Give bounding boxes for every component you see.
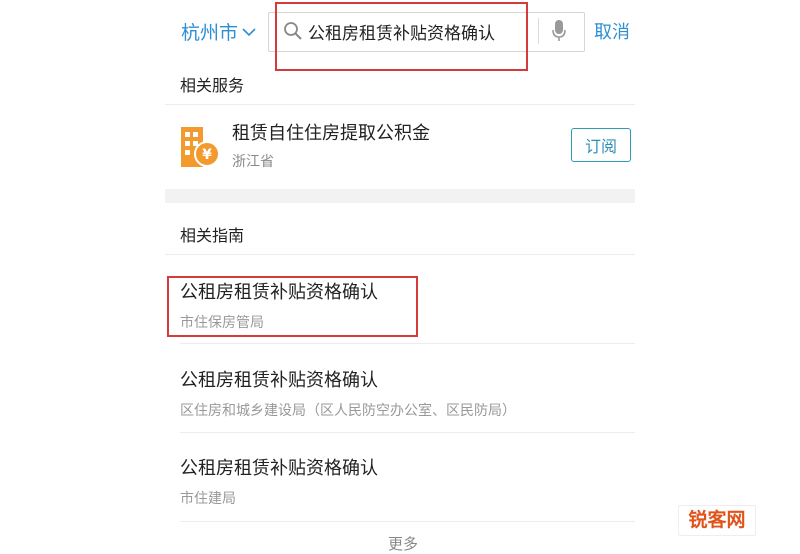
service-title: 租赁自住住房提取公积金 [232,123,430,144]
guide-item[interactable]: 公租房租赁补贴资格确认 市住建局 [165,434,635,520]
search-divider [538,18,539,44]
divider [165,104,635,105]
guide-item[interactable]: 公租房租赁补贴资格确认 区住房和城乡建设局（区人民防空办公室、区民防局） [165,345,635,431]
divider [165,254,635,255]
city-selector[interactable]: 杭州市 [181,17,256,45]
subscribe-button[interactable]: 订阅 [571,128,631,162]
city-label: 杭州市 [181,21,239,44]
divider [180,521,635,522]
microphone-icon[interactable] [551,19,567,47]
chevron-down-icon [242,27,256,37]
guide-department: 市住建局 [180,491,236,507]
divider [180,343,635,344]
divider [180,432,635,433]
svg-text:¥: ¥ [202,147,212,163]
service-region: 浙江省 [232,154,274,170]
watermark-logo: 锐客网 [678,505,756,536]
guide-highlight-box [167,276,418,337]
guide-title: 公租房租赁补贴资格确认 [180,458,378,479]
building-yuan-icon: ¥ [179,125,221,173]
related-services-title: 相关服务 [180,76,245,95]
more-link[interactable]: 更多 [388,533,418,554]
section-separator [165,189,635,203]
guide-title: 公租房租赁补贴资格确认 [180,370,378,391]
related-guides-title: 相关指南 [180,226,245,245]
cancel-button[interactable]: 取消 [594,17,630,45]
search-highlight-box [275,2,528,71]
guide-department: 区住房和城乡建设局（区人民防空办公室、区民防局） [180,403,516,419]
